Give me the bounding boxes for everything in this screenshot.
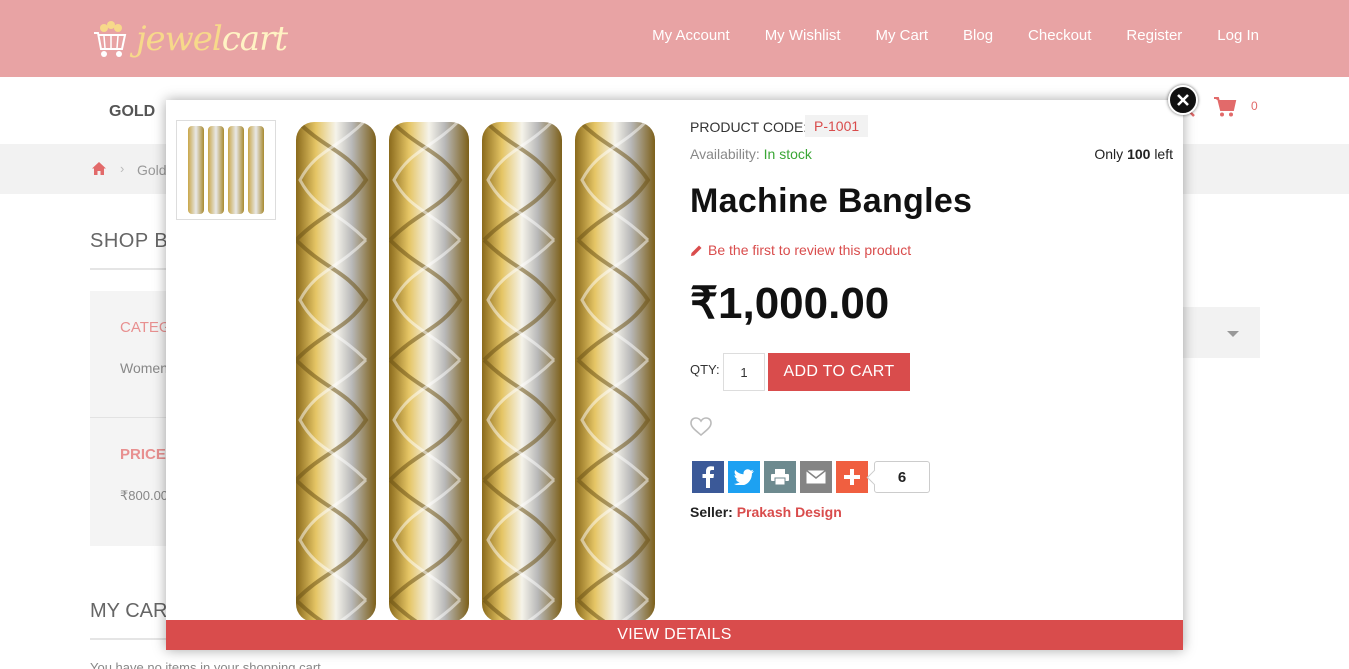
facebook-icon[interactable] [692,461,724,493]
bangles-thumb-image [188,126,264,214]
breadcrumb-gold[interactable]: Gold [137,162,167,178]
share-count: 6 [874,461,930,493]
product-main-image [286,120,666,620]
email-icon[interactable] [800,461,832,493]
availability-label: Availability: [690,146,760,162]
only-suffix: left [1154,146,1173,162]
seller: Seller: Prakash Design [690,504,842,520]
price-filter-title[interactable]: PRICE [120,446,166,463]
chevron-right-icon: › [120,161,125,176]
share-bar: 6 [692,461,930,493]
qty-input[interactable] [723,353,765,391]
top-header: jewelcart My Account My Wishlist My Cart… [0,0,1349,77]
only-prefix: Only [1094,146,1124,162]
empty-cart-text: You have no items in your shopping cart. [90,660,325,669]
nav-my-account[interactable]: My Account [652,27,730,44]
basket-icon [94,21,127,57]
nav-log-in[interactable]: Log In [1217,27,1259,44]
print-icon[interactable] [764,461,796,493]
pencil-icon [691,245,702,256]
nav-register[interactable]: Register [1126,27,1182,44]
stock-qty: 100 [1127,146,1151,162]
divider [90,638,170,640]
nav-checkout[interactable]: Checkout [1028,27,1091,44]
stock-status: In stock [763,146,812,162]
availability: Availability: In stock [690,146,812,162]
seller-label: Seller: [690,504,733,520]
logo-text-cart: cart [221,19,288,59]
quick-view-modal: PRODUCT CODE: P-1001 Availability: In st… [166,100,1183,650]
logo-text: jewelcart [136,19,288,59]
cart-icon[interactable] [1213,96,1237,123]
product-title: Machine Bangles [690,182,973,220]
logo[interactable]: jewelcart [92,16,288,62]
twitter-icon[interactable] [728,461,760,493]
view-details-button[interactable]: VIEW DETAILS [166,620,1183,650]
home-icon[interactable] [92,162,106,180]
nav-my-wishlist[interactable]: My Wishlist [765,27,841,44]
add-to-cart-button[interactable]: ADD TO CART [768,353,910,391]
seller-link[interactable]: Prakash Design [737,504,842,520]
nav-blog[interactable]: Blog [963,27,993,44]
product-code-label: PRODUCT CODE: [690,119,808,135]
caret-down-icon [1227,331,1239,337]
sort-dropdown[interactable] [1183,307,1260,358]
my-cart-heading: MY CAR [90,600,168,622]
review-link-label: Be the first to review this product [708,242,912,258]
stock-remaining: Only 100 left [1094,146,1173,162]
close-icon[interactable] [1168,85,1198,115]
price-range[interactable]: ₹800.00 [120,488,168,504]
product-price: ₹1,000.00 [690,279,890,328]
heart-icon[interactable] [690,417,712,442]
plus-icon[interactable] [836,461,868,493]
qty-label: QTY: [690,362,720,377]
category-women[interactable]: Women [120,360,168,376]
nav-gold[interactable]: GOLD [109,103,155,121]
logo-text-jewel: jewel [136,19,223,59]
top-nav: My Account My Wishlist My Cart Blog Chec… [617,27,1259,44]
divider [90,417,170,418]
product-thumbnail[interactable] [176,120,276,220]
category-filter-title[interactable]: CATEG [120,319,171,336]
nav-my-cart[interactable]: My Cart [876,27,929,44]
review-link[interactable]: Be the first to review this product [690,242,911,258]
product-code: P-1001 [805,115,869,137]
cart-count: 0 [1251,99,1258,113]
filter-box: CATEG Women PRICE ₹800.00 [90,291,171,546]
divider [90,268,170,270]
